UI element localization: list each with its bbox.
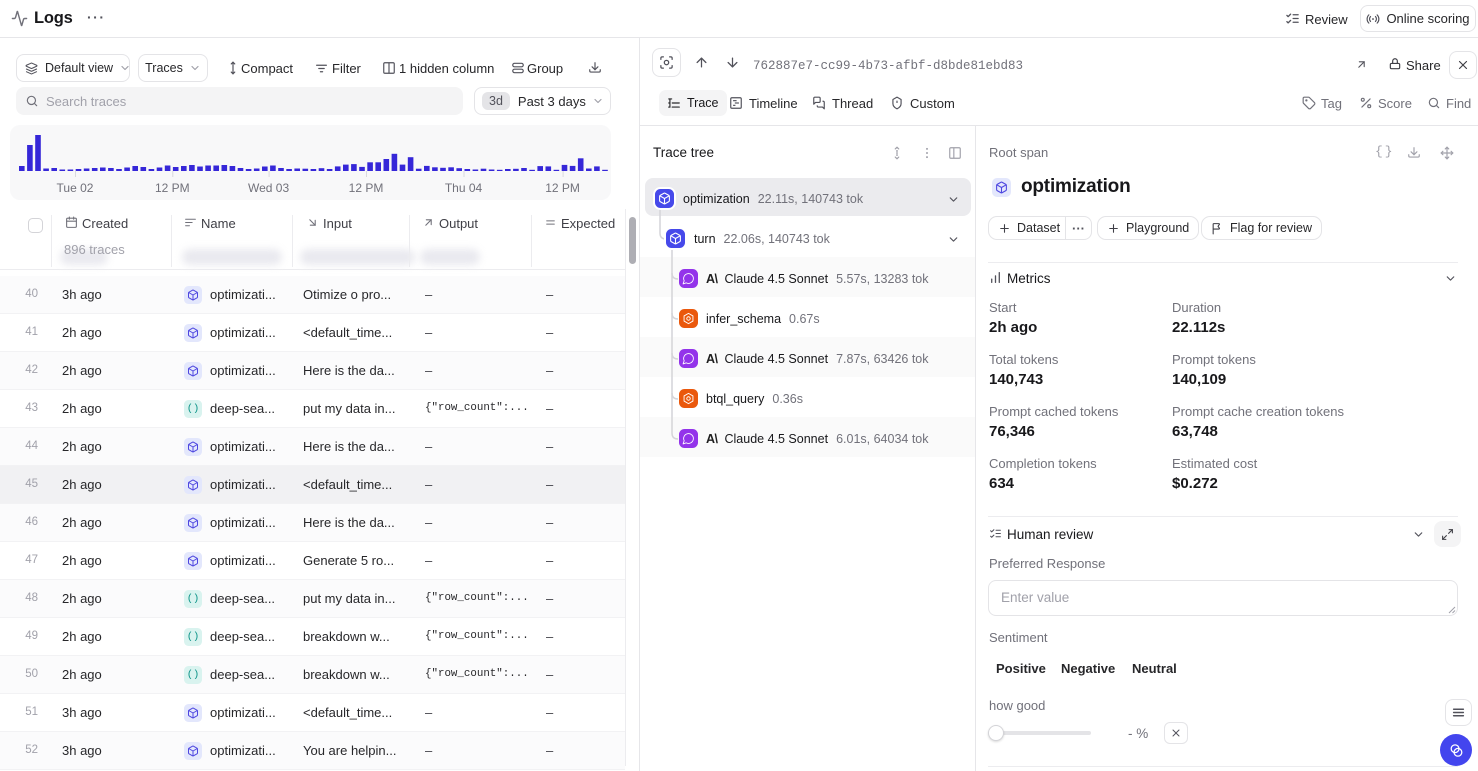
svg-text:12 PM: 12 PM — [349, 181, 384, 195]
svg-text:12 PM: 12 PM — [155, 181, 190, 195]
svg-text:Tue 02: Tue 02 — [57, 181, 94, 195]
svg-text:Wed 03: Wed 03 — [248, 181, 289, 195]
svg-text:Thu 04: Thu 04 — [445, 181, 483, 195]
svg-text:12 PM: 12 PM — [545, 181, 580, 195]
